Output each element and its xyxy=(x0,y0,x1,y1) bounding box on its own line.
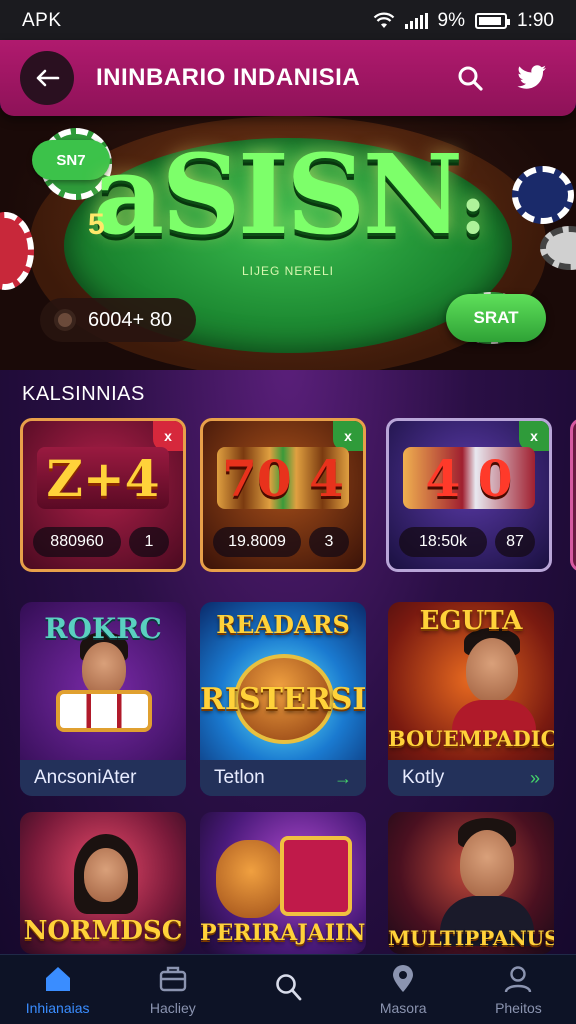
briefcase-icon xyxy=(159,966,186,991)
battery-icon xyxy=(475,13,511,29)
game-tile[interactable]: ROKRC AncsoniAter xyxy=(20,602,186,796)
nav-label: Masora xyxy=(379,999,427,1016)
game-art-title: RISTERSI xyxy=(200,682,366,717)
slot-stat-right: 87 xyxy=(495,527,535,557)
slot-stat-left: 18:50k xyxy=(399,527,487,557)
section-title: KALSINNIAS xyxy=(22,383,145,405)
home-icon xyxy=(45,966,70,991)
arrow-right-icon: → xyxy=(334,767,352,788)
games-grid-row2: NORMDSC PERIRAJAIIND MULTIPPANUS xyxy=(20,812,576,954)
battery-percent: 9% xyxy=(437,10,466,31)
character-portrait xyxy=(460,830,514,898)
game-tile[interactable]: NORMDSC xyxy=(20,812,186,954)
games-grid: ROKRC AncsoniAter READARS RISTERSI Tetlo… xyxy=(20,602,576,798)
game-art: NORMDSC xyxy=(20,812,186,954)
nav-item-location[interactable]: Masora xyxy=(346,955,461,1024)
game-caption-text: Tetlon xyxy=(214,767,265,788)
user-icon xyxy=(505,965,532,992)
game-tile[interactable]: EGUTA BOUEMPADICS Kotly » xyxy=(388,602,554,796)
search-icon xyxy=(458,66,483,91)
nav-item-home[interactable]: Inhianaias xyxy=(0,955,115,1024)
bottom-nav: Inhianaias Hacliey Masora Pheitos xyxy=(0,954,576,1024)
game-art-title: ROKRC xyxy=(44,612,162,645)
game-caption-text: Kotly xyxy=(402,767,445,788)
twitter-button[interactable] xyxy=(508,54,556,102)
slot-stat-right: 1 xyxy=(129,527,169,557)
page-title: ININBARIO INDANISIA xyxy=(96,64,361,91)
game-tile[interactable]: PERIRAJAIIND xyxy=(200,812,366,954)
slot-reel: Z+4 xyxy=(37,447,169,509)
nav-label: Hacliey xyxy=(149,999,196,1016)
character-portrait xyxy=(466,638,518,702)
slot-card[interactable]: x 4 0 18:50k 87 xyxy=(386,418,552,572)
game-art-title: PERIRAJAIIND xyxy=(200,920,366,946)
slot-stat-left: 880960 xyxy=(33,527,121,557)
slot-machine-icon xyxy=(56,690,152,732)
slot-card[interactable]: x Z+4 880960 1 xyxy=(20,418,186,572)
game-art: EGUTA BOUEMPADICS xyxy=(388,602,554,762)
game-art: ROKRC xyxy=(20,602,186,762)
app-bar: ININBARIO INDANISIA xyxy=(0,40,576,116)
status-icons: 9% 1:90 xyxy=(373,10,554,32)
hero-banner[interactable]: SN7 aSISN: 5 LIJEG NERELI 6004+ 80 SRAT xyxy=(0,108,576,370)
slot-reel: 70 4 xyxy=(217,447,349,509)
logo-suffix: : xyxy=(460,167,486,250)
game-caption: Kotly » xyxy=(388,760,554,796)
clock: 1:90 xyxy=(517,10,554,31)
game-art-subtitle: EGUTA xyxy=(419,606,523,636)
slot-card-partial[interactable] xyxy=(570,418,576,572)
nav-label: Inhianaias xyxy=(25,999,90,1016)
carrier-label: APK xyxy=(22,10,62,31)
game-art-title: MULTIPPANUS xyxy=(388,926,554,950)
logo-subtitle: LIJEG NERELI xyxy=(241,264,335,278)
twitter-bird-icon xyxy=(517,65,546,89)
game-art-subtitle: READARS xyxy=(216,610,350,639)
location-pin-icon xyxy=(393,964,414,992)
game-art: PERIRAJAIIND xyxy=(200,812,366,954)
nav-label: Pheitos xyxy=(495,999,542,1016)
slot-reel: 4 0 xyxy=(403,447,535,509)
slot-stat-right: 3 xyxy=(309,527,349,557)
balance-value: 6004+ 80 xyxy=(88,308,172,331)
game-art-title: NORMDSC xyxy=(23,916,183,946)
character-portrait xyxy=(84,848,128,902)
double-chevron-right-icon: » xyxy=(529,767,540,788)
game-caption: AncsoniAter xyxy=(20,760,186,796)
tiger-icon xyxy=(216,840,286,918)
slot-machine-icon xyxy=(280,836,352,916)
coin-icon xyxy=(54,309,76,331)
casino-logo: aSISN: xyxy=(0,130,576,259)
nav-item-history[interactable]: Hacliey xyxy=(115,955,230,1024)
search-button[interactable] xyxy=(446,54,494,102)
slot-cards-row: x Z+4 880960 1 x 70 4 19.8009 3 x 4 0 18… xyxy=(20,418,576,574)
game-tile[interactable]: READARS RISTERSI Tetlon → xyxy=(200,602,366,796)
status-bar: APK 9% 1:90 xyxy=(0,0,576,42)
character-portrait xyxy=(82,642,126,696)
slot-card[interactable]: x 70 4 19.8009 3 xyxy=(200,418,366,572)
logo-text: aSISN xyxy=(93,130,463,259)
search-icon xyxy=(276,973,302,1000)
signal-icon xyxy=(404,13,428,29)
game-art-title: BOUEMPADICS xyxy=(388,726,554,751)
game-art: READARS RISTERSI xyxy=(200,602,366,762)
game-caption: Tetlon → xyxy=(200,760,366,796)
nav-item-search[interactable] xyxy=(230,955,345,1024)
balance-pill: 6004+ 80 xyxy=(40,298,196,342)
arrow-left-icon xyxy=(36,69,60,87)
hero-side-digit: 5 xyxy=(88,208,105,241)
screen: APK 9% 1:90 ININBARIO INDANISIA SN7 aSIS… xyxy=(0,0,576,1024)
start-button[interactable]: SRAT xyxy=(446,294,546,342)
wifi-icon xyxy=(373,12,394,28)
game-art: MULTIPPANUS xyxy=(388,812,554,954)
back-button[interactable] xyxy=(20,51,74,105)
nav-item-profile[interactable]: Pheitos xyxy=(461,955,576,1024)
game-caption-text: AncsoniAter xyxy=(34,767,137,788)
slot-stat-left: 19.8009 xyxy=(213,527,301,557)
game-tile[interactable]: MULTIPPANUS xyxy=(388,812,554,954)
battery-level xyxy=(479,17,501,25)
